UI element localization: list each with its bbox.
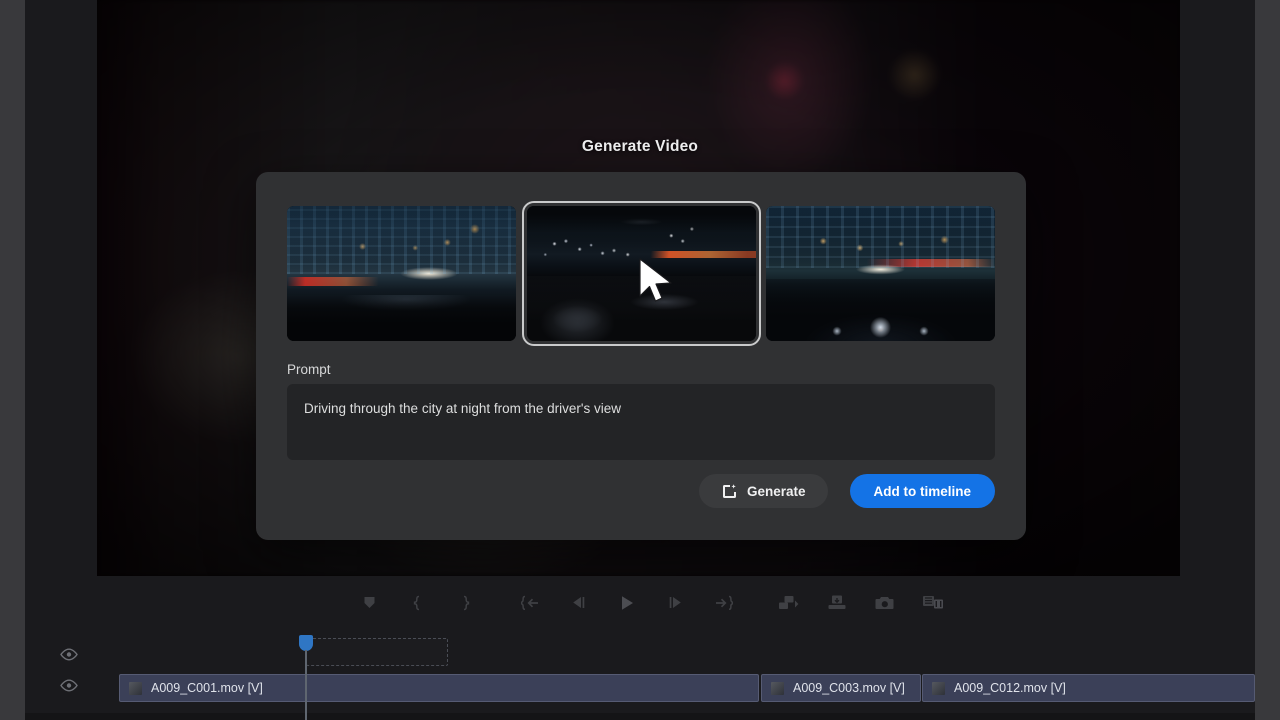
clip-thumbnail-icon (932, 681, 945, 695)
generate-video-dialog: Prompt Driving through the city at night… (256, 172, 1026, 540)
transport-gap-1 (489, 576, 507, 634)
clip-label: A009_C001.mov [V] (151, 681, 263, 695)
car-interior-night-image (526, 206, 756, 341)
timeline-panel: A009_C001.mov [V] A009_C003.mov [V] A009… (25, 634, 1255, 720)
step-backward-icon (570, 595, 588, 615)
add-to-timeline-label: Add to timeline (873, 483, 972, 499)
ai-generate-sparkle-icon (721, 483, 738, 500)
viewer-left-gutter (25, 0, 97, 576)
play-button[interactable] (603, 576, 651, 634)
clip-label: A009_C012.mov [V] (954, 681, 1066, 695)
generate-button[interactable]: Generate (698, 474, 828, 508)
insert-clip-icon (778, 594, 800, 616)
timeline-tracks[interactable]: A009_C001.mov [V] A009_C003.mov [V] A009… (91, 634, 1255, 720)
go-to-end-button[interactable] (699, 576, 747, 634)
thumbnail-option-1[interactable] (287, 206, 516, 341)
playhead[interactable] (299, 634, 313, 720)
transport-bar (25, 576, 1255, 634)
overwrite-clip-icon (827, 594, 847, 616)
skip-to-start-icon (520, 595, 541, 616)
empty-clip-placeholder[interactable] (306, 638, 448, 666)
thumbnail-options (287, 201, 995, 346)
timeline-clip[interactable]: A009_C003.mov [V] (761, 674, 921, 702)
overwrite-button[interactable] (813, 576, 861, 634)
dialog-title: Generate Video (581, 138, 699, 155)
mark-in-button[interactable] (393, 576, 441, 634)
app-chrome-left-strip (0, 0, 25, 720)
thumbnail-option-2[interactable] (521, 201, 761, 346)
prompt-label: Prompt (287, 362, 331, 377)
timeline-clip[interactable]: A009_C012.mov [V] (922, 674, 1255, 702)
go-to-start-button[interactable] (507, 576, 555, 634)
dashboard-speedometer-night-image (766, 206, 995, 341)
clip-thumbnail-icon (771, 681, 784, 695)
step-forward-icon (666, 595, 684, 615)
city-street-night-image (287, 206, 516, 341)
step-forward-button[interactable] (651, 576, 699, 634)
dialog-actions: Generate Add to timeline (287, 474, 995, 508)
app-chrome-right-strip (1255, 0, 1280, 720)
prompt-input[interactable]: Driving through the city at night from t… (287, 384, 995, 460)
place-on-top-icon (922, 594, 944, 616)
clip-label: A009_C003.mov [V] (793, 681, 905, 695)
clip-thumbnail-icon (129, 681, 142, 695)
step-back-button[interactable] (555, 576, 603, 634)
play-icon (618, 594, 636, 617)
eye-icon (59, 648, 79, 666)
place-on-top-button[interactable] (909, 576, 957, 634)
video-editor-app: Generate Video Prompt Driving through th… (0, 0, 1280, 720)
insert-button[interactable] (765, 576, 813, 634)
timeline-bottom-edge (25, 713, 1255, 720)
add-to-timeline-button[interactable]: Add to timeline (849, 474, 995, 508)
generate-button-label: Generate (746, 483, 806, 499)
prompt-value: Driving through the city at night from t… (304, 401, 621, 416)
mark-in-icon (410, 595, 425, 616)
marker-icon (362, 595, 377, 615)
add-marker-button[interactable] (345, 576, 393, 634)
transport-gap-2 (747, 576, 765, 634)
playhead-handle[interactable] (299, 635, 313, 651)
mark-out-button[interactable] (441, 576, 489, 634)
mark-out-icon (458, 595, 473, 616)
thumbnail-option-3[interactable] (766, 206, 995, 341)
skip-to-end-icon (713, 595, 734, 616)
camera-icon (875, 595, 895, 616)
playhead-line (305, 650, 307, 720)
viewer-right-gutter (1180, 0, 1255, 576)
export-frame-button[interactable] (861, 576, 909, 634)
timeline-clip[interactable]: A009_C001.mov [V] (119, 674, 759, 702)
eye-icon (59, 679, 79, 697)
